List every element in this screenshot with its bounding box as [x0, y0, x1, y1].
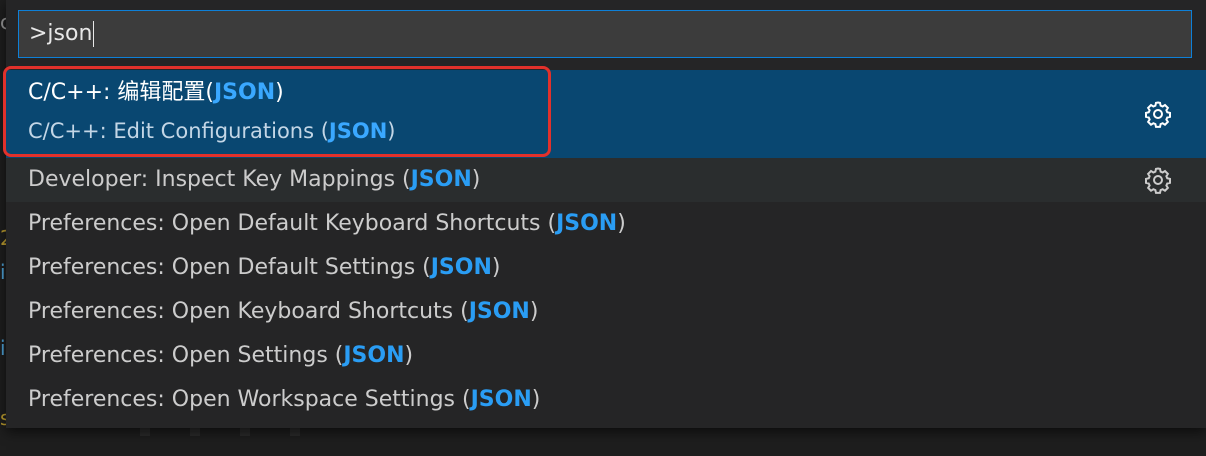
gear-icon[interactable]: [1143, 99, 1173, 129]
command-item-label: Preferences: Open Default Keyboard Short…: [28, 211, 626, 236]
command-item-open-settings-json[interactable]: Preferences: Open Settings (JSON): [6, 334, 1206, 378]
command-results-list: C/C++: 编辑配置(JSON) C/C++: Edit Configurat…: [6, 70, 1206, 422]
screen: c 2 i i s >json C/C++: 编辑配置(JSON) C/C++:…: [0, 0, 1206, 456]
command-item-open-default-settings-json[interactable]: Preferences: Open Default Settings (JSON…: [6, 246, 1206, 290]
match-highlight: JSON: [343, 343, 405, 368]
match-highlight: JSON: [430, 255, 492, 280]
command-palette: >json C/C++: 编辑配置(JSON) C/C++: Edit Conf…: [6, 0, 1206, 428]
command-item-inspect-key-mappings-json[interactable]: Developer: Inspect Key Mappings (JSON): [6, 158, 1206, 202]
command-item-cpp-edit-configurations-json[interactable]: C/C++: 编辑配置(JSON) C/C++: Edit Configurat…: [6, 70, 1206, 158]
gear-icon[interactable]: [1143, 165, 1173, 195]
command-item-label: C/C++: 编辑配置(JSON): [28, 80, 284, 105]
match-highlight: JSON: [470, 387, 532, 412]
command-item-label: Preferences: Open Settings (JSON): [28, 343, 414, 368]
command-item-open-keyboard-shortcuts-json[interactable]: Preferences: Open Keyboard Shortcuts (JS…: [6, 290, 1206, 334]
command-item-label: Preferences: Open Keyboard Shortcuts (JS…: [28, 299, 539, 324]
editor-text-remnant: [140, 428, 310, 436]
command-palette-query[interactable]: >json: [29, 11, 95, 57]
match-highlight: JSON: [468, 299, 530, 324]
match-highlight: JSON: [556, 211, 618, 236]
command-item-label: Preferences: Open Workspace Settings (JS…: [28, 387, 541, 412]
command-item-label: Developer: Inspect Key Mappings (JSON): [28, 167, 481, 192]
match-highlight: JSON: [410, 167, 472, 192]
command-item-open-workspace-settings-json[interactable]: Preferences: Open Workspace Settings (JS…: [6, 378, 1206, 422]
match-highlight: JSON: [214, 80, 276, 105]
match-highlight: JSON: [328, 119, 388, 143]
command-item-label: Preferences: Open Default Settings (JSON…: [28, 255, 501, 280]
command-palette-input[interactable]: >json: [18, 10, 1192, 58]
command-item-detail: C/C++: Edit Configurations (JSON): [28, 119, 396, 143]
text-caret: [93, 21, 95, 47]
command-item-open-default-keyboard-shortcuts-json[interactable]: Preferences: Open Default Keyboard Short…: [6, 202, 1206, 246]
